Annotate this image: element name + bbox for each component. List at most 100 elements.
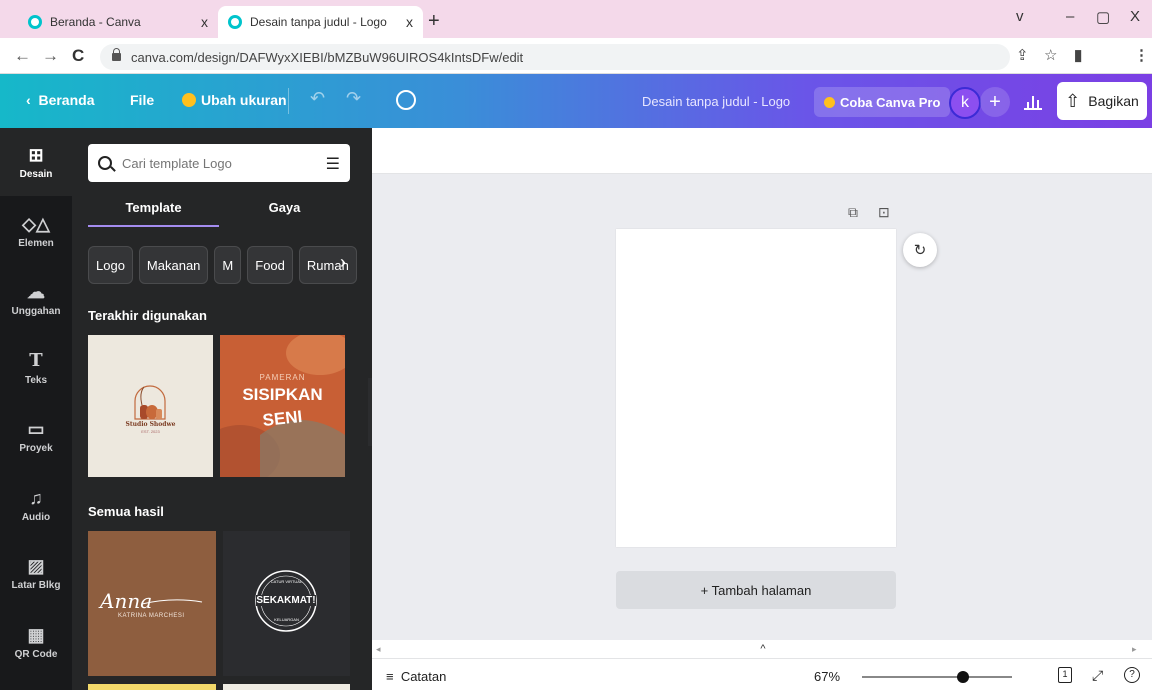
user-avatar[interactable]: k: [949, 87, 981, 119]
rail-label: Unggahan: [11, 305, 61, 317]
template-thumbnail-partial[interactable]: [223, 684, 350, 690]
browser-tab-beranda[interactable]: Beranda - Canva x: [18, 6, 218, 38]
back-arrow-icon[interactable]: ←: [14, 46, 31, 66]
scroll-left-arrow-icon[interactable]: ◂: [376, 644, 381, 655]
close-window-button[interactable]: X: [1130, 8, 1140, 25]
template-thumbnail-partial[interactable]: [88, 684, 216, 690]
studio-sub: EST. 2023: [141, 429, 160, 434]
object-panel-rail: ⊞ Desain ◇△ Elemen ☁ Unggahan T Teks ▭ P…: [0, 128, 72, 690]
vase-logo-icon: [134, 385, 166, 420]
folder-icon: ▭: [27, 418, 45, 439]
chip-rumah[interactable]: Rumah: [298, 246, 357, 284]
rail-item-text[interactable]: T Teks: [0, 334, 72, 402]
header-divider: [288, 88, 289, 114]
template-panel: ☰ Template Gaya Logo Makanan M Food Ruma…: [72, 128, 372, 690]
share-button[interactable]: ⇧ Bagikan: [1057, 82, 1147, 120]
search-input[interactable]: [122, 155, 322, 171]
add-page-icon[interactable]: ⊡: [878, 204, 890, 221]
url-text: canva.com/design/DAFWyxXIEBI/bMZBuW96UIR…: [131, 49, 524, 65]
chip-logo[interactable]: Logo: [88, 246, 133, 284]
music-icon: ♫: [29, 487, 43, 508]
tab-close-icon[interactable]: x: [406, 14, 413, 30]
scroll-right-arrow-icon[interactable]: ▸: [1132, 644, 1137, 655]
redo-icon[interactable]: ↷: [346, 88, 361, 109]
pro-label: Coba Canva Pro: [840, 94, 941, 110]
cloud-save-icon[interactable]: [396, 90, 416, 110]
reload-icon[interactable]: C: [72, 46, 84, 66]
rail-item-design[interactable]: ⊞ Desain: [0, 128, 72, 196]
search-icon: [98, 156, 112, 170]
tab-title: Beranda - Canva: [50, 15, 141, 29]
template-search[interactable]: ☰: [88, 144, 350, 182]
zoom-slider-handle[interactable]: [956, 671, 969, 683]
chip-makanan[interactable]: Makanan: [138, 246, 209, 284]
tab-search-icon[interactable]: v: [1016, 8, 1024, 25]
rail-label: Audio: [21, 511, 51, 523]
side-panel-icon[interactable]: ▮: [1074, 46, 1082, 64]
browser-tab-design[interactable]: Desain tanpa judul - Logo x: [218, 6, 423, 38]
panel-tabs: Template Gaya: [88, 200, 350, 230]
bookmark-star-icon[interactable]: ☆: [1044, 46, 1057, 64]
try-canva-pro-button[interactable]: Coba Canva Pro: [814, 87, 951, 117]
rail-item-background[interactable]: ▨ Latar Blkg: [0, 539, 72, 607]
design-title[interactable]: Desain tanpa judul - Logo: [642, 94, 790, 109]
home-button[interactable]: ‹ Beranda: [26, 92, 94, 108]
undo-icon[interactable]: ↶: [310, 88, 325, 109]
forward-arrow-icon[interactable]: →: [42, 46, 59, 66]
template-thumbnail-sekakmat[interactable]: CATUR VIRTUAL SEKAKMAT! KELUARGAN: [223, 531, 350, 676]
url-field[interactable]: canva.com/design/DAFWyxXIEBI/bMZBuW96UIR…: [100, 44, 1010, 70]
rail-item-elements[interactable]: ◇△ Elemen: [0, 197, 72, 265]
all-results-title: Semua hasil: [88, 504, 164, 519]
add-collaborator-button[interactable]: +: [980, 87, 1010, 117]
zoom-level[interactable]: 67%: [814, 669, 840, 684]
rail-item-uploads[interactable]: ☁ Unggahan: [0, 265, 72, 333]
restore-button[interactable]: ▢: [1096, 8, 1110, 26]
notes-button[interactable]: ≡ Catatan: [386, 669, 446, 684]
upload-icon: ☁: [27, 281, 45, 302]
fullscreen-icon[interactable]: ⤢: [1092, 667, 1103, 684]
help-icon[interactable]: ?: [1124, 667, 1140, 683]
show-pages-button[interactable]: ^: [734, 643, 792, 659]
share-upload-icon: ⇧: [1065, 90, 1081, 111]
category-chips: Logo Makanan M Food Rumah: [88, 246, 357, 284]
address-bar-row: ← → C canva.com/design/DAFWyxXIEBI/bMZBu…: [0, 38, 1152, 104]
resize-label: Ubah ukuran: [201, 92, 287, 108]
filter-sliders-icon[interactable]: ☰: [326, 154, 340, 174]
duplicate-page-icon[interactable]: ⧉: [848, 204, 858, 221]
canva-favicon-icon: [228, 15, 242, 29]
crown-icon: [182, 93, 196, 107]
template-thumbnail-anna[interactable]: Anna KATRINA MARCHESI: [88, 531, 216, 676]
design-page[interactable]: [616, 229, 896, 547]
new-tab-button[interactable]: +: [428, 10, 440, 33]
resize-button[interactable]: Ubah ukuran: [182, 92, 287, 108]
minimize-button[interactable]: –: [1066, 8, 1074, 25]
insights-chart-icon[interactable]: [1024, 94, 1042, 110]
elements-icon: ◇△: [22, 213, 50, 234]
studio-name: Studio Shodwe: [125, 421, 176, 428]
layout-icon: ⊞: [28, 144, 44, 165]
add-page-button[interactable]: + Tambah halaman: [616, 571, 896, 609]
chevron-right-icon[interactable]: ›: [340, 252, 346, 273]
template-thumbnail-pameran[interactable]: PAMERAN SISIPKAN SENI: [220, 335, 345, 477]
rail-label: Proyek: [19, 442, 53, 454]
chip-food[interactable]: Food: [247, 246, 293, 284]
browser-tab-strip: Beranda - Canva x Desain tanpa judul - L…: [0, 0, 1152, 38]
rail-item-qr-code[interactable]: ▦ QR Code: [0, 608, 72, 676]
share-page-icon[interactable]: ⇪: [1016, 46, 1029, 64]
tab-template[interactable]: Template: [88, 200, 219, 227]
rail-item-projects[interactable]: ▭ Proyek: [0, 402, 72, 470]
file-menu-button[interactable]: File: [130, 92, 154, 108]
template-thumbnail-studio[interactable]: Studio Shodwe EST. 2023: [88, 335, 213, 477]
rail-item-audio[interactable]: ♫ Audio: [0, 471, 72, 539]
tab-style[interactable]: Gaya: [219, 200, 350, 215]
notes-label: Catatan: [400, 669, 447, 684]
browser-menu-icon[interactable]: ⋮: [1134, 46, 1149, 64]
lock-icon: [112, 48, 121, 61]
sekakmat-bottom: KELUARGAN: [274, 617, 299, 622]
tab-close-icon[interactable]: x: [201, 14, 208, 30]
zoom-slider[interactable]: [862, 671, 1012, 683]
rail-label: QR Code: [14, 648, 58, 660]
magic-refresh-icon[interactable]: ↻: [903, 233, 937, 267]
chip-m[interactable]: M: [214, 246, 242, 284]
page-count-icon[interactable]: 1: [1058, 667, 1072, 683]
